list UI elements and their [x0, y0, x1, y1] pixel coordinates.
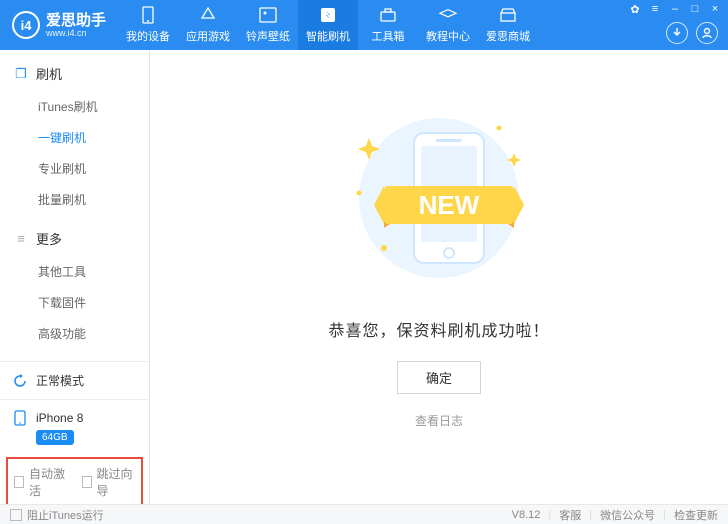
skip-wizard-checkbox[interactable]: 跳过向导 [82, 465, 136, 499]
group-title: 刷机 [36, 64, 62, 83]
toolbox-icon [379, 6, 397, 24]
sidebar: ❐ 刷机 iTunes刷机 一键刷机 专业刷机 批量刷机 ≡ 更多 其他工具 下… [0, 50, 150, 504]
maximize-icon[interactable]: □ [688, 3, 702, 16]
tab-label: 教程中心 [426, 28, 470, 44]
minimize-icon[interactable]: – [668, 3, 682, 16]
checkbox-icon [14, 476, 24, 488]
window-controls: ✿ ≡ – □ × [628, 3, 722, 16]
header-actions [666, 22, 718, 44]
tab-my-device[interactable]: 我的设备 [118, 0, 178, 50]
close-icon[interactable]: × [708, 3, 722, 16]
settings-icon[interactable]: ✿ [628, 3, 642, 16]
support-link[interactable]: 客服 [559, 507, 581, 523]
tab-apps-games[interactable]: 应用游戏 [178, 0, 238, 50]
sidebar-item-download-firmware[interactable]: 下载固件 [0, 287, 149, 318]
user-button[interactable] [696, 22, 718, 44]
flash-icon [319, 6, 337, 24]
graduation-icon [439, 6, 457, 24]
wechat-link[interactable]: 微信公众号 [600, 507, 655, 523]
new-badge-text: NEW [419, 190, 480, 220]
group-title: 更多 [36, 229, 62, 248]
check-update-link[interactable]: 检查更新 [674, 507, 718, 523]
image-icon [259, 6, 277, 24]
device-name: iPhone 8 [36, 411, 83, 425]
sidebar-group-more[interactable]: ≡ 更多 [0, 223, 149, 254]
main-content: NEW 恭喜您，保资料刷机成功啦！ 确定 查看日志 [150, 50, 728, 504]
tab-label: 爱思商城 [486, 28, 530, 44]
app-header: i4 爱思助手 www.i4.cn 我的设备 应用游戏 铃声壁纸 智能刷机 工具… [0, 0, 728, 50]
sidebar-item-advanced[interactable]: 高级功能 [0, 318, 149, 349]
checkbox-icon [10, 509, 22, 521]
app-url: www.i4.cn [46, 28, 106, 38]
activation-options: 自动激活 跳过向导 [6, 457, 143, 507]
phone-small-icon: ❐ [14, 66, 28, 82]
app-body: ❐ 刷机 iTunes刷机 一键刷机 专业刷机 批量刷机 ≡ 更多 其他工具 下… [0, 50, 728, 504]
tab-toolbox[interactable]: 工具箱 [358, 0, 418, 50]
storage-badge: 64GB [36, 430, 74, 445]
block-itunes-checkbox[interactable]: 阻止iTunes运行 [10, 507, 104, 523]
mode-label: 正常模式 [36, 372, 84, 389]
tab-label: 我的设备 [126, 28, 170, 44]
sidebar-item-itunes-flash[interactable]: iTunes刷机 [0, 91, 149, 122]
app-name: 爱思助手 [46, 13, 106, 28]
tab-label: 智能刷机 [306, 28, 350, 44]
checkbox-icon [82, 476, 92, 488]
tab-label: 工具箱 [372, 28, 405, 44]
tab-label: 铃声壁纸 [246, 28, 290, 44]
sidebar-item-batch-flash[interactable]: 批量刷机 [0, 184, 149, 215]
view-log-link[interactable]: 查看日志 [415, 412, 463, 429]
download-button[interactable] [666, 22, 688, 44]
device-icon [12, 410, 28, 426]
confirm-button[interactable]: 确定 [397, 361, 481, 394]
tab-smart-flash[interactable]: 智能刷机 [298, 0, 358, 50]
sidebar-group-flash[interactable]: ❐ 刷机 [0, 58, 149, 89]
phone-icon [139, 6, 157, 24]
status-bar: 阻止iTunes运行 V8.12 | 客服 | 微信公众号 | 检查更新 [0, 504, 728, 524]
success-message: 恭喜您，保资料刷机成功啦！ [328, 317, 549, 341]
sidebar-item-pro-flash[interactable]: 专业刷机 [0, 153, 149, 184]
app-logo: i4 爱思助手 www.i4.cn [0, 11, 118, 39]
tab-store[interactable]: 爱思商城 [478, 0, 538, 50]
auto-activate-checkbox[interactable]: 自动激活 [14, 465, 68, 499]
mode-panel[interactable]: 正常模式 [0, 361, 149, 399]
store-icon [499, 6, 517, 24]
sidebar-item-oneclick-flash[interactable]: 一键刷机 [0, 122, 149, 153]
tab-ringtones-wallpapers[interactable]: 铃声壁纸 [238, 0, 298, 50]
tab-label: 应用游戏 [186, 28, 230, 44]
apps-icon [199, 6, 217, 24]
tab-tutorial-center[interactable]: 教程中心 [418, 0, 478, 50]
success-illustration: NEW [329, 98, 549, 293]
menu-icon[interactable]: ≡ [648, 3, 662, 16]
refresh-icon [12, 373, 28, 389]
device-panel[interactable]: iPhone 8 64GB [0, 399, 149, 455]
version-label: V8.12 [512, 509, 541, 521]
sidebar-item-other-tools[interactable]: 其他工具 [0, 256, 149, 287]
more-icon: ≡ [14, 231, 28, 246]
logo-badge: i4 [12, 11, 40, 39]
